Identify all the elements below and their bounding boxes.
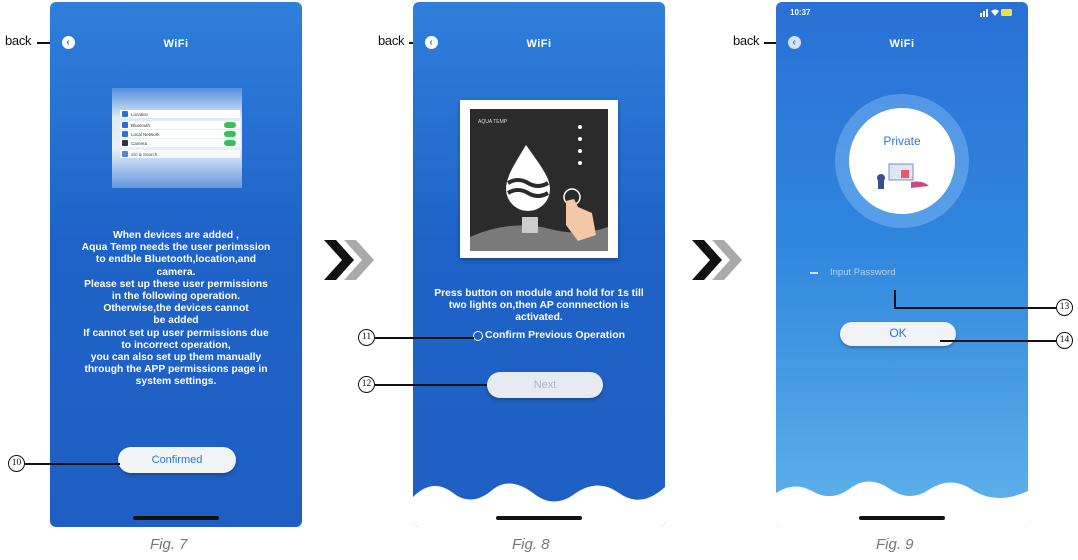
screen-title: WiFi bbox=[889, 38, 915, 50]
password-dash-icon bbox=[810, 272, 818, 274]
back-label: back bbox=[5, 33, 32, 48]
settings-row: Local Network bbox=[120, 130, 240, 138]
private-circle: Private bbox=[849, 108, 955, 214]
screen-title: WiFi bbox=[163, 38, 189, 50]
settings-row: Camera bbox=[120, 139, 240, 147]
leader-line bbox=[25, 463, 120, 465]
figure-caption: Fig. 9 bbox=[876, 536, 914, 553]
leader-line bbox=[940, 340, 1056, 342]
private-label: Private bbox=[883, 134, 921, 148]
phone-screen-fig7: ‹ WiFi Location Bluetooth Local Network … bbox=[50, 2, 302, 527]
home-indicator bbox=[133, 516, 219, 520]
permissions-settings-image: Location Bluetooth Local Network Camera … bbox=[112, 88, 242, 188]
lock-illustration-icon bbox=[877, 163, 929, 189]
settings-row: Location bbox=[120, 110, 240, 118]
ok-button[interactable]: OK bbox=[840, 322, 956, 346]
indicator-lights-icon bbox=[578, 125, 582, 165]
callout-number: 11 bbox=[358, 329, 375, 346]
home-indicator bbox=[496, 516, 582, 520]
qr-code-icon bbox=[522, 217, 538, 233]
toggle-icon bbox=[224, 131, 236, 137]
callout-number: 12 bbox=[358, 376, 375, 393]
callout-number: 13 bbox=[1056, 299, 1073, 316]
water-drop-icon bbox=[506, 145, 550, 211]
status-time: 10:37 bbox=[790, 8, 811, 17]
leader-line bbox=[894, 307, 1056, 309]
confirm-option-label: Confirm Previous Operation bbox=[485, 329, 626, 341]
toggle-icon bbox=[224, 140, 236, 146]
confirmed-button[interactable]: Confirmed bbox=[118, 447, 236, 473]
next-button[interactable]: Next bbox=[487, 372, 603, 398]
phone-screen-fig8: ‹ WiFi AQUA TEMP Press button on module … bbox=[413, 2, 665, 527]
screen-title: WiFi bbox=[526, 38, 552, 50]
settings-row: Bluetooth bbox=[120, 121, 240, 129]
permission-message: When devices are added , Aqua Temp needs… bbox=[81, 230, 271, 388]
confirm-radio[interactable] bbox=[473, 331, 483, 341]
toggle-icon bbox=[224, 122, 236, 128]
back-label: back bbox=[378, 33, 405, 48]
callout-number: 10 bbox=[8, 455, 25, 472]
figure-caption: Fig. 7 bbox=[150, 536, 188, 553]
back-label: back bbox=[733, 33, 760, 48]
settings-row: Siri & Search bbox=[120, 150, 240, 158]
chevron-double-right-icon bbox=[324, 240, 374, 280]
leader-line bbox=[375, 384, 487, 386]
leader-line bbox=[894, 290, 896, 308]
module-image: AQUA TEMP bbox=[460, 100, 618, 258]
leader-line bbox=[375, 337, 474, 339]
home-indicator bbox=[859, 516, 945, 520]
figure-caption: Fig. 8 bbox=[512, 536, 550, 553]
password-input[interactable]: Input Password bbox=[830, 267, 895, 278]
phone-screen-fig9: 10:37 ‹ WiFi Private Input Password OK bbox=[776, 2, 1028, 527]
callout-number: 14 bbox=[1056, 332, 1073, 349]
battery-icon bbox=[980, 9, 1012, 17]
instruction-text: Press button on module and hold for 1s t… bbox=[434, 288, 644, 324]
chevron-double-right-icon bbox=[692, 240, 742, 280]
